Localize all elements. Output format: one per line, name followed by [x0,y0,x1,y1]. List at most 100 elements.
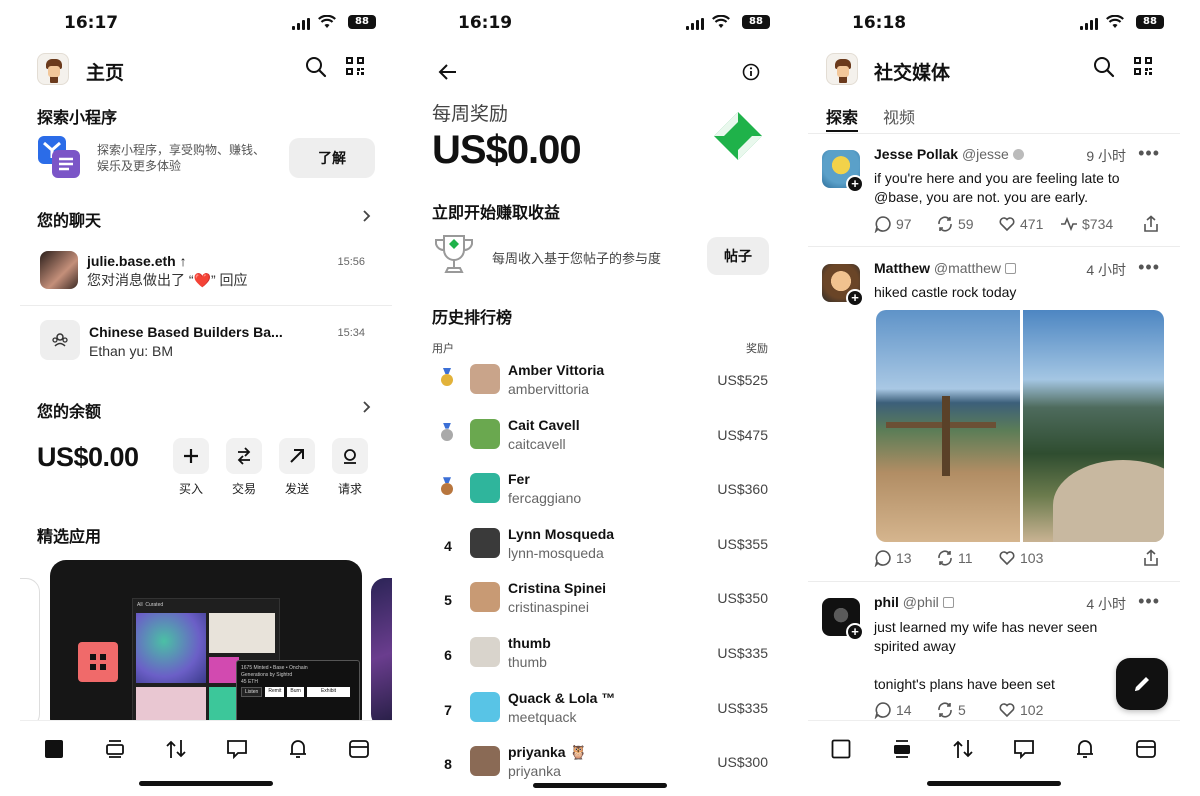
post-text: if you're here and you are feeling late … [874,169,1164,207]
chevron-right-icon[interactable] [358,399,374,415]
reply-button[interactable]: 14 [874,701,912,719]
follow-plus-icon[interactable]: + [846,289,864,307]
user-avatar[interactable] [470,746,500,777]
recast-button[interactable]: 11 [936,549,973,567]
leaderboard-row[interactable]: 7 Quack & Lola ™ meetquack US$335 [414,686,786,740]
like-button[interactable]: 103 [998,549,1043,567]
user-avatar[interactable] [470,418,500,449]
tab-all[interactable]: All [137,602,143,608]
recast-button[interactable]: 59 [936,215,974,233]
post-author[interactable]: Matthew @matthew [874,260,1016,276]
user-avatar[interactable] [470,473,500,504]
request-button[interactable]: 请求 [332,438,368,497]
photo-right[interactable] [1023,310,1164,542]
follow-plus-icon[interactable]: + [846,175,864,193]
featured-card-next[interactable] [371,578,392,728]
post-card[interactable]: + Jesse Pollak @jesse 9 小时 ••• if you're… [808,140,1180,246]
nft-button[interactable]: Remit [265,687,285,697]
user-name[interactable]: thumb [508,635,551,651]
tab-home[interactable] [42,737,66,761]
leaderboard-row[interactable]: 4 Lynn Mosqueda lynn-mosqueda US$355 [414,522,786,576]
post-author[interactable]: Jesse Pollak @jesse [874,146,1024,162]
nft-thumbnail[interactable] [209,657,239,683]
compose-button[interactable] [1116,658,1168,710]
chat-item[interactable]: julie.base.eth ↑ 您对消息做出了 “❤️” 回应 15:56 [20,248,392,304]
send-button[interactable]: 发送 [279,438,315,497]
profile-avatar[interactable] [37,53,69,85]
nft-button[interactable]: Exhibit [306,687,350,697]
nft-button[interactable]: Burn [287,687,304,697]
leaderboard-row[interactable]: 5 Cristina Spinei cristinaspinei US$350 [414,576,786,630]
chat-item[interactable]: Chinese Based Builders Ba... Ethan yu: B… [20,318,392,368]
chats-heading[interactable]: 您的聊天 [37,207,101,231]
like-button[interactable]: 471 [998,215,1043,233]
more-options-icon[interactable]: ••• [1138,257,1160,278]
featured-app-card[interactable]: All Curated 1675 Minted • Base • Onchain… [50,560,362,735]
tab-curated[interactable]: Curated [145,602,163,608]
user-name[interactable]: Amber Vittoria [508,362,604,378]
post-photo-gallery[interactable] [876,310,1164,542]
qr-code-icon[interactable] [344,55,366,77]
wallet-icon [1136,740,1156,758]
user-avatar[interactable] [470,364,500,394]
tab-notifications[interactable] [286,737,310,761]
tab-notifications[interactable] [1073,737,1097,761]
nft-thumbnail[interactable] [136,613,206,683]
nft-button[interactable]: Listen [241,687,263,697]
tab-feed[interactable] [890,737,914,761]
user-name[interactable]: priyanka 🦉 [508,744,587,761]
post-author[interactable]: phil @phil [874,594,954,610]
user-name[interactable]: Lynn Mosqueda [508,526,614,542]
info-icon[interactable] [740,61,762,83]
buy-button[interactable]: 买入 [173,438,209,497]
user-name[interactable]: Quack & Lola ™ [508,690,615,706]
user-name[interactable]: Cristina Spinei [508,580,606,596]
user-avatar[interactable] [470,527,500,558]
tab-wallet[interactable] [347,737,371,761]
tab-wallet[interactable] [1134,737,1158,761]
balance-heading[interactable]: 您的余额 [37,398,101,422]
share-button[interactable] [1142,549,1160,567]
tab-feed[interactable] [103,737,127,761]
more-options-icon[interactable]: ••• [1138,591,1160,612]
swap-button[interactable]: 交易 [226,438,262,497]
profile-avatar[interactable] [826,53,858,85]
reply-button[interactable]: 13 [874,549,912,567]
tab-transfer[interactable] [951,737,975,761]
nft-thumbnail[interactable] [209,613,275,653]
posts-button[interactable]: 帖子 [707,237,769,275]
chevron-right-icon[interactable] [358,208,374,224]
leaderboard-row[interactable]: Fer fercaggiano US$360 [414,467,786,521]
search-icon[interactable] [304,55,328,79]
photo-left[interactable] [876,310,1020,542]
more-options-icon[interactable]: ••• [1138,143,1160,164]
tab-messages[interactable] [225,737,249,761]
featured-card-prev[interactable] [20,578,40,728]
leaderboard-row[interactable]: Amber Vittoria ambervittoria US$525 [414,358,786,412]
follow-plus-icon[interactable]: + [846,623,864,641]
share-button[interactable] [1142,215,1160,233]
earnings-button[interactable]: $734 [1060,215,1113,233]
user-avatar[interactable] [470,691,500,722]
search-icon[interactable] [1092,55,1116,79]
user-name[interactable]: Cait Cavell [508,417,580,433]
reply-button[interactable]: 97 [874,215,912,233]
tab-messages[interactable] [1012,737,1036,761]
tab-transfer[interactable] [164,737,188,761]
fence-post [942,396,950,476]
learn-more-button[interactable]: 了解 [289,138,375,178]
user-name[interactable]: Fer [508,471,530,487]
leaderboard-row[interactable]: 6 thumb thumb US$335 [414,631,786,685]
miniapps-description: 探索小程序，享受购物、赚钱、 娱乐及更多体验 [97,142,265,174]
tab-explore[interactable]: 探索 [826,104,858,128]
like-button[interactable]: 102 [998,701,1043,719]
recast-button[interactable]: 5 [936,701,966,719]
qr-code-icon[interactable] [1132,55,1154,77]
back-arrow-icon[interactable] [436,60,460,84]
user-avatar[interactable] [470,637,500,667]
tab-home[interactable] [829,737,853,761]
rank-number: 7 [444,701,452,718]
tab-video[interactable]: 视频 [883,104,915,128]
leaderboard-row[interactable]: Cait Cavell caitcavell US$475 [414,413,786,467]
user-avatar[interactable] [470,582,500,613]
